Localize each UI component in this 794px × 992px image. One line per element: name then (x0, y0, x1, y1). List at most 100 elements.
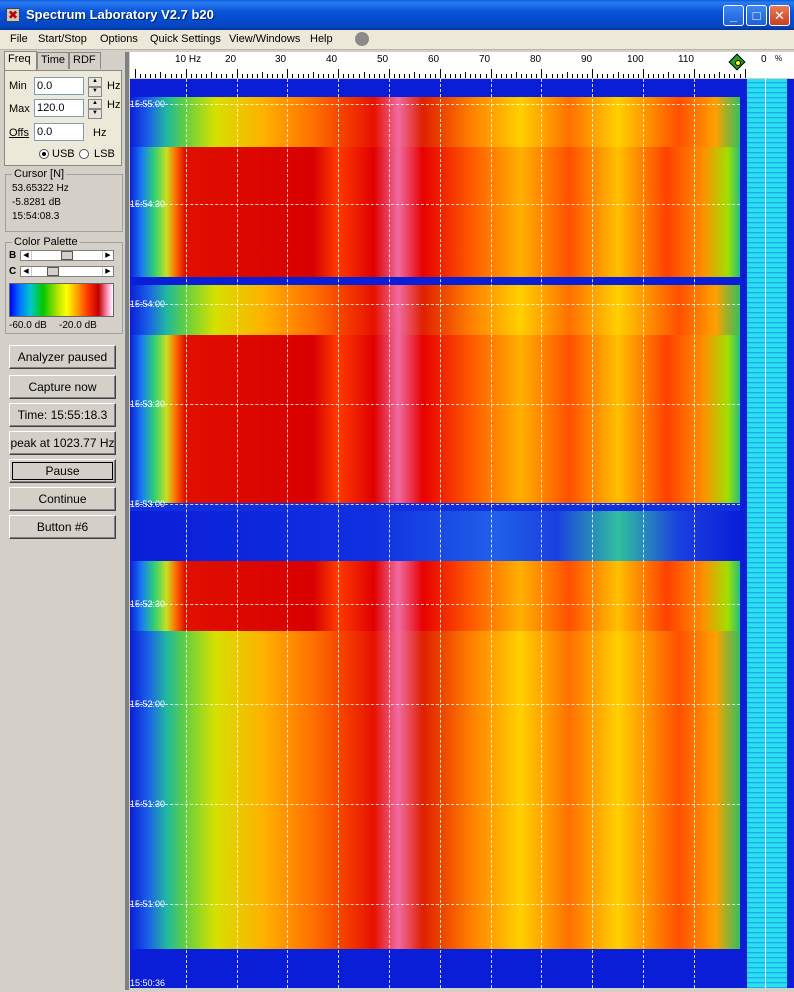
freq-tick (328, 74, 330, 78)
continue-button[interactable]: Continue (9, 487, 116, 511)
freq-label-30: 30 (275, 54, 287, 65)
freq-tick (236, 69, 238, 78)
slider-right-arrow-icon[interactable]: ▶ (102, 267, 113, 276)
max-frequency-input[interactable]: 120.0 (34, 99, 84, 117)
palette-max-label: -20.0 dB (59, 320, 97, 331)
lsb-radio[interactable] (79, 149, 89, 159)
freq-tick (470, 74, 472, 78)
freq-tick (419, 74, 421, 78)
freq-tick (368, 74, 370, 78)
brightness-slider[interactable]: ◀ ▶ (20, 250, 114, 261)
pause-button[interactable]: Pause (9, 459, 116, 483)
usb-radio[interactable] (39, 149, 49, 159)
frequency-settings-panel: Min 0.0 ▲ ▼ Hz Max 120.0 ▲ ▼ Hz Offs 0.0 H… (4, 70, 122, 166)
timestamp-label: 15:52:00 (130, 699, 166, 709)
freq-tick (439, 69, 441, 78)
grid-line-vertical (693, 79, 695, 988)
freq-tick (703, 74, 705, 78)
offset-input[interactable]: 0.0 (34, 123, 84, 141)
max-unit: Hz (107, 99, 121, 111)
peak-button[interactable]: peak at 1023.77 Hz (9, 431, 116, 455)
spectrogram-band (130, 631, 740, 981)
freq-tick (587, 74, 589, 78)
grid-line-horizontal (130, 304, 740, 305)
brightness-label: B (9, 250, 17, 261)
max-frequency-spinner[interactable]: ▲ ▼ (88, 99, 102, 119)
freq-tick (510, 74, 512, 78)
freq-tick (221, 74, 223, 78)
grid-line-vertical (338, 79, 340, 988)
grid-line-horizontal (130, 104, 740, 105)
contrast-slider-thumb[interactable] (47, 267, 59, 276)
app-icon: ✖ (6, 8, 20, 22)
freq-tick (607, 74, 609, 78)
tab-time[interactable]: Time (37, 52, 69, 69)
panel-divider[interactable] (125, 52, 129, 990)
freq-tick (648, 74, 650, 78)
freq-tick (343, 74, 345, 78)
min-frequency-input[interactable]: 0.0 (34, 77, 84, 95)
grid-line-vertical (439, 79, 441, 988)
menu-help[interactable]: Help (310, 33, 333, 45)
freq-tick (612, 74, 614, 78)
cursor-time: 15:54:08.3 (12, 211, 60, 222)
min-frequency-spinner[interactable]: ▲ ▼ (88, 77, 102, 97)
level-scale-zero: 0 (761, 54, 767, 65)
spectrogram-waterfall[interactable]: 15:55:00 15:54:30 15:54:00 15:53:30 15:5… (130, 79, 740, 988)
freq-tick (719, 72, 721, 78)
freq-tick (449, 74, 451, 78)
freq-tick (353, 74, 355, 78)
spectrogram-band (130, 511, 740, 561)
timestamp-label: 15:54:30 (130, 199, 166, 209)
freq-tick (551, 74, 553, 78)
min-label: Min (9, 80, 27, 92)
freq-label-40: 40 (326, 54, 338, 65)
slider-right-arrow-icon[interactable]: ▶ (102, 251, 113, 260)
freq-tick (307, 74, 309, 78)
freq-tick (277, 74, 279, 78)
contrast-slider[interactable]: ◀ ▶ (20, 266, 114, 277)
freq-tick (180, 74, 182, 78)
freq-tick (455, 74, 457, 78)
brightness-slider-thumb[interactable] (61, 251, 73, 260)
grid-line-vertical (592, 79, 594, 988)
freq-tick (729, 74, 731, 78)
freq-tick (292, 74, 294, 78)
usb-label: USB (52, 148, 75, 160)
freq-tick (658, 74, 660, 78)
grid-line-horizontal (130, 804, 740, 805)
freq-tick (140, 74, 142, 78)
slider-left-arrow-icon[interactable]: ◀ (21, 267, 32, 276)
menu-file[interactable]: File (10, 33, 28, 45)
status-indicator-icon (355, 32, 369, 46)
freq-tick (566, 72, 568, 78)
tab-rdf[interactable]: RDF (69, 52, 101, 69)
cursor-frequency: 53.65322 Hz (12, 183, 69, 194)
max-label: Max (9, 103, 30, 115)
freq-tick (262, 72, 263, 78)
freq-tick (739, 74, 741, 78)
menu-quick-settings[interactable]: Quick Settings (150, 33, 221, 45)
menu-options[interactable]: Options (100, 33, 138, 45)
freq-tick (526, 74, 528, 78)
freq-tick (521, 74, 523, 78)
close-button[interactable]: ✕ (769, 5, 790, 26)
minimize-button[interactable]: _ (723, 5, 744, 26)
tab-freq[interactable]: Freq (4, 51, 37, 70)
freq-tick (617, 72, 619, 78)
analyzer-paused-button[interactable]: Analyzer paused (9, 345, 116, 369)
freq-tick (546, 74, 548, 78)
freq-tick (155, 74, 157, 78)
spectrogram-band (130, 335, 740, 503)
menu-start-stop[interactable]: Start/Stop (38, 33, 87, 45)
slider-left-arrow-icon[interactable]: ◀ (21, 251, 32, 260)
capture-now-button[interactable]: Capture now (9, 375, 116, 399)
time-button[interactable]: Time: 15:55:18.3 (9, 403, 116, 427)
button-6[interactable]: Button #6 (9, 515, 116, 539)
freq-tick (434, 74, 436, 78)
freq-tick (145, 74, 147, 78)
maximize-button[interactable]: □ (746, 5, 767, 26)
frequency-scale[interactable]: 10 Hz 20 30 40 50 60 70 80 90 100 110 0 … (130, 52, 794, 78)
freq-tick (170, 74, 172, 78)
menu-view-windows[interactable]: View/Windows (229, 33, 300, 45)
